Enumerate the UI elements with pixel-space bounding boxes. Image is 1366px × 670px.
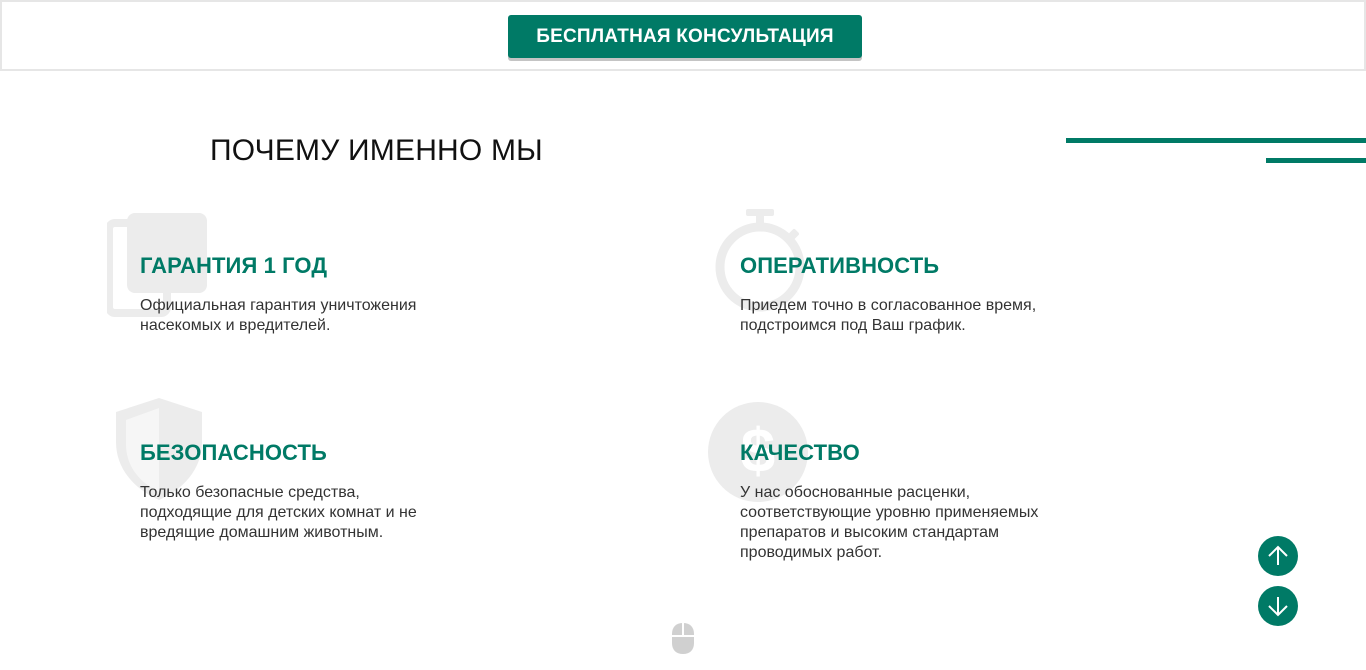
feature-title: БЕЗОПАСНОСТЬ <box>140 440 327 465</box>
feature-text: Только безопасные средства, подходящие д… <box>140 484 417 541</box>
mouse-icon[interactable] <box>671 622 695 655</box>
feature-warranty: ГАРАНТИЯ 1 ГОД Официальная гарантия унич… <box>107 213 560 336</box>
feature-title: ГАРАНТИЯ 1 ГОД <box>140 253 328 278</box>
decorative-line-long <box>1066 138 1366 143</box>
feature-title: КАЧЕСТВО <box>740 440 860 465</box>
feature-efficiency: ОПЕРАТИВНОСТЬ Приедем точно в согласован… <box>715 209 1160 336</box>
decorative-line-short <box>1266 158 1366 163</box>
feature-quality: $ КАЧЕСТВО У нас обоснованные расценки, … <box>708 402 1160 563</box>
feature-text: Официальная гарантия уничтожения насеком… <box>140 297 417 334</box>
scroll-up-button[interactable] <box>1258 536 1298 576</box>
feature-text: Приедем точно в согласованное время, под… <box>740 297 1037 334</box>
arrow-up-icon <box>1268 545 1288 565</box>
arrow-down-icon <box>1268 597 1288 617</box>
feature-safety: БЕЗОПАСНОСТЬ Только безопасные средства,… <box>116 398 560 543</box>
top-bar: БЕСПЛАТНАЯ КОНСУЛЬТАЦИЯ <box>0 0 1366 71</box>
scroll-down-button[interactable] <box>1258 586 1298 626</box>
feature-title: ОПЕРАТИВНОСТЬ <box>740 253 940 278</box>
free-consultation-button[interactable]: БЕСПЛАТНАЯ КОНСУЛЬТАЦИЯ <box>508 15 862 58</box>
section-title: ПОЧЕМУ ИМЕННО МЫ <box>210 134 543 167</box>
feature-text: У нас обоснованные расценки, соответству… <box>740 484 1039 561</box>
